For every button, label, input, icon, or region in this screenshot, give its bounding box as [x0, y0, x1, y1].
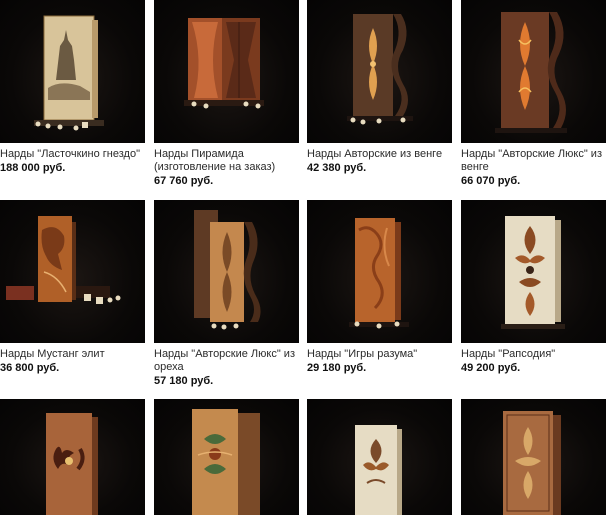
product-price: 67 760 руб.: [154, 175, 214, 187]
backgammon-board-image: [501, 216, 565, 329]
product-photo[interactable]: [154, 399, 299, 515]
product-title[interactable]: Нарды Авторские из венге: [307, 148, 452, 161]
product-price: 29 180 руб.: [307, 362, 367, 374]
backgammon-board-image: [46, 413, 98, 515]
product-photo[interactable]: [0, 200, 145, 343]
product-photo[interactable]: [307, 399, 452, 515]
product-price: 57 180 руб.: [154, 375, 214, 387]
product-photo[interactable]: [0, 399, 145, 515]
product-title[interactable]: Нарды "Игры разума": [307, 348, 452, 361]
product-photo[interactable]: [461, 399, 606, 515]
product-photo[interactable]: [0, 0, 145, 143]
product-price: 42 380 руб.: [307, 162, 367, 174]
product-photo[interactable]: [307, 200, 452, 343]
product-photo[interactable]: [461, 0, 606, 143]
backgammon-board-image: [347, 14, 413, 125]
backgammon-board-image: [6, 216, 121, 304]
product-price: 49 200 руб.: [461, 362, 521, 374]
backgammon-board-image: [503, 411, 561, 515]
backgammon-board-image: [194, 210, 261, 330]
product-price: 36 800 руб.: [0, 362, 60, 374]
product-title[interactable]: Нарды Пирамида (изготовление на заказ): [154, 148, 299, 174]
backgammon-board-image: [34, 15, 104, 131]
product-photo[interactable]: [461, 200, 606, 343]
product-title[interactable]: Нарды Мустанг элит: [0, 348, 145, 361]
product-price: 66 070 руб.: [461, 175, 521, 187]
backgammon-board-image: [349, 218, 409, 329]
product-title[interactable]: Нарды "Авторские Люкс" из венге: [461, 148, 606, 174]
backgammon-board-image: [184, 18, 264, 109]
backgammon-board-image: [192, 409, 260, 515]
backgammon-board-image: [495, 12, 567, 133]
product-price: 188 000 руб.: [0, 162, 66, 174]
product-photo[interactable]: [307, 0, 452, 143]
product-photo[interactable]: [154, 0, 299, 143]
product-title[interactable]: Нарды "Рапсодия": [461, 348, 606, 361]
backgammon-board-image: [355, 425, 402, 515]
product-photo[interactable]: [154, 200, 299, 343]
product-grid: Нарды "Ласточкино гнездо" 188 000 руб. Н…: [0, 0, 606, 515]
product-title[interactable]: Нарды "Ласточкино гнездо": [0, 148, 145, 161]
product-title[interactable]: Нарды "Авторские Люкс" из ореха: [154, 348, 299, 374]
